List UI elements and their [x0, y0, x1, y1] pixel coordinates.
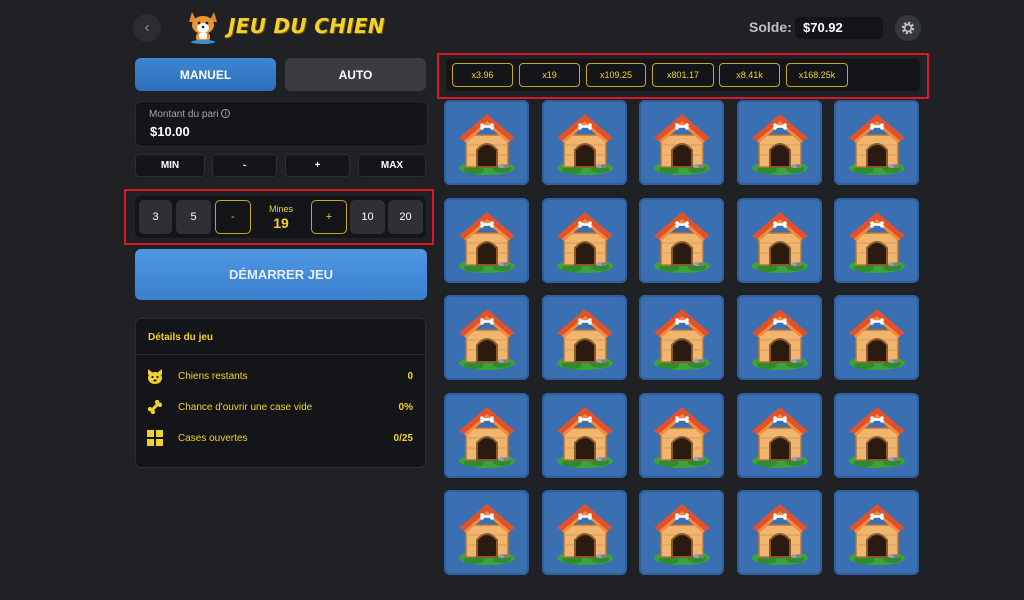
- settings-button[interactable]: [895, 15, 921, 41]
- grid-tile[interactable]: [736, 392, 822, 478]
- grid-tile[interactable]: [834, 197, 919, 283]
- grid-tile[interactable]: [736, 295, 822, 380]
- grid-tile[interactable]: [834, 100, 919, 185]
- chevron-left-icon: ‹: [144, 19, 150, 36]
- doghouse-icon: [542, 393, 627, 478]
- doghouse-icon: [737, 295, 822, 380]
- doghouse-icon: [737, 198, 822, 283]
- grid-tile[interactable]: [834, 392, 919, 478]
- doghouse-icon: [444, 295, 529, 380]
- tab-manual[interactable]: MANUEL: [135, 58, 276, 91]
- mines-count: 19: [273, 215, 289, 231]
- empty-cell-chance-value: 0%: [398, 402, 413, 413]
- gear-icon: [901, 21, 915, 35]
- multiplier-chip: x19: [519, 63, 580, 87]
- grid-tile[interactable]: [541, 295, 627, 380]
- doghouse-icon: [834, 100, 919, 185]
- doghouse-icon: [542, 100, 627, 185]
- cells-opened-value: 0/25: [393, 433, 413, 444]
- bet-amount-value[interactable]: $10.00: [150, 124, 190, 139]
- balance-label: Solde:: [749, 19, 792, 35]
- doghouse-icon: [834, 490, 919, 575]
- grid-tile[interactable]: [639, 490, 724, 575]
- bone-icon: [147, 399, 163, 415]
- divider: [136, 354, 425, 355]
- grid-tile[interactable]: [444, 295, 529, 380]
- grid-tile[interactable]: [541, 392, 627, 478]
- mines-preset-3[interactable]: 3: [139, 200, 172, 234]
- start-game-button[interactable]: DÉMARRER JEU: [135, 249, 427, 300]
- cells-opened-label: Cases ouvertes: [178, 433, 248, 444]
- empty-cell-chance-label: Chance d'ouvrir une case vide: [178, 402, 313, 413]
- doghouse-icon: [542, 490, 627, 575]
- doghouse-icon: [444, 198, 529, 283]
- grid-tile[interactable]: [736, 100, 822, 185]
- doghouse-icon: [444, 100, 529, 185]
- doghouse-icon: [639, 393, 724, 478]
- doghouse-icon: [444, 490, 529, 575]
- grid-tile[interactable]: [639, 100, 724, 185]
- doghouse-icon: [834, 295, 919, 380]
- dogs-remaining-value: 0: [407, 371, 413, 382]
- back-button[interactable]: ‹: [133, 14, 161, 42]
- game-details-title: Détails du jeu: [148, 332, 214, 343]
- doghouse-icon: [737, 490, 822, 575]
- mines-preset-20[interactable]: 20: [388, 200, 423, 234]
- corgi-logo-icon: [189, 12, 217, 44]
- dog-face-icon: [148, 369, 162, 384]
- doghouse-icon: [834, 198, 919, 283]
- grid-tile[interactable]: [639, 295, 724, 380]
- grid-tile[interactable]: [541, 100, 627, 185]
- doghouse-icon: [639, 490, 724, 575]
- game-title: JEU DU CHIEN: [228, 14, 385, 38]
- grid-tile[interactable]: [444, 392, 529, 478]
- bet-amount-label: Montant du pari i: [149, 109, 231, 120]
- mines-decrease-button[interactable]: -: [215, 200, 251, 234]
- doghouse-icon: [542, 198, 627, 283]
- doghouse-icon: [639, 100, 724, 185]
- grid-tile[interactable]: [639, 392, 724, 478]
- multiplier-chip: x3.96: [452, 63, 513, 87]
- dogs-remaining-label: Chiens restants: [178, 371, 248, 382]
- multiplier-chip: x109.25: [586, 63, 646, 87]
- doghouse-icon: [737, 393, 822, 478]
- bet-max-button[interactable]: MAX: [358, 154, 426, 177]
- grid-tile[interactable]: [444, 197, 529, 283]
- grid-icon: [147, 430, 163, 446]
- grid-tile[interactable]: [834, 295, 919, 380]
- multiplier-chip: x801.17: [652, 63, 714, 87]
- bet-increase-button[interactable]: +: [285, 154, 350, 177]
- doghouse-icon: [737, 100, 822, 185]
- grid-tile[interactable]: [639, 197, 724, 283]
- multiplier-chip: x8.41k: [719, 63, 780, 87]
- doghouse-icon: [639, 198, 724, 283]
- doghouse-icon: [834, 393, 919, 478]
- grid-tile[interactable]: [736, 490, 822, 575]
- balance-value: $70.92: [803, 20, 843, 35]
- grid-tile[interactable]: [444, 100, 529, 185]
- doghouse-icon: [639, 295, 724, 380]
- doghouse-icon: [444, 393, 529, 478]
- mines-preset-10[interactable]: 10: [350, 200, 385, 234]
- mines-preset-5[interactable]: 5: [176, 200, 211, 234]
- grid-tile[interactable]: [736, 197, 822, 283]
- grid-tile[interactable]: [541, 197, 627, 283]
- tab-auto[interactable]: AUTO: [285, 58, 426, 91]
- multiplier-chip: x168.25k: [786, 63, 848, 87]
- grid-tile[interactable]: [444, 490, 529, 575]
- bet-min-button[interactable]: MIN: [135, 154, 205, 177]
- doghouse-icon: [542, 295, 627, 380]
- grid-tile[interactable]: [834, 490, 919, 575]
- mines-label: Mines: [268, 204, 293, 214]
- info-icon[interactable]: i: [221, 109, 231, 118]
- mines-increase-button[interactable]: +: [311, 200, 347, 234]
- bet-decrease-button[interactable]: -: [212, 154, 277, 177]
- grid-tile[interactable]: [541, 490, 627, 575]
